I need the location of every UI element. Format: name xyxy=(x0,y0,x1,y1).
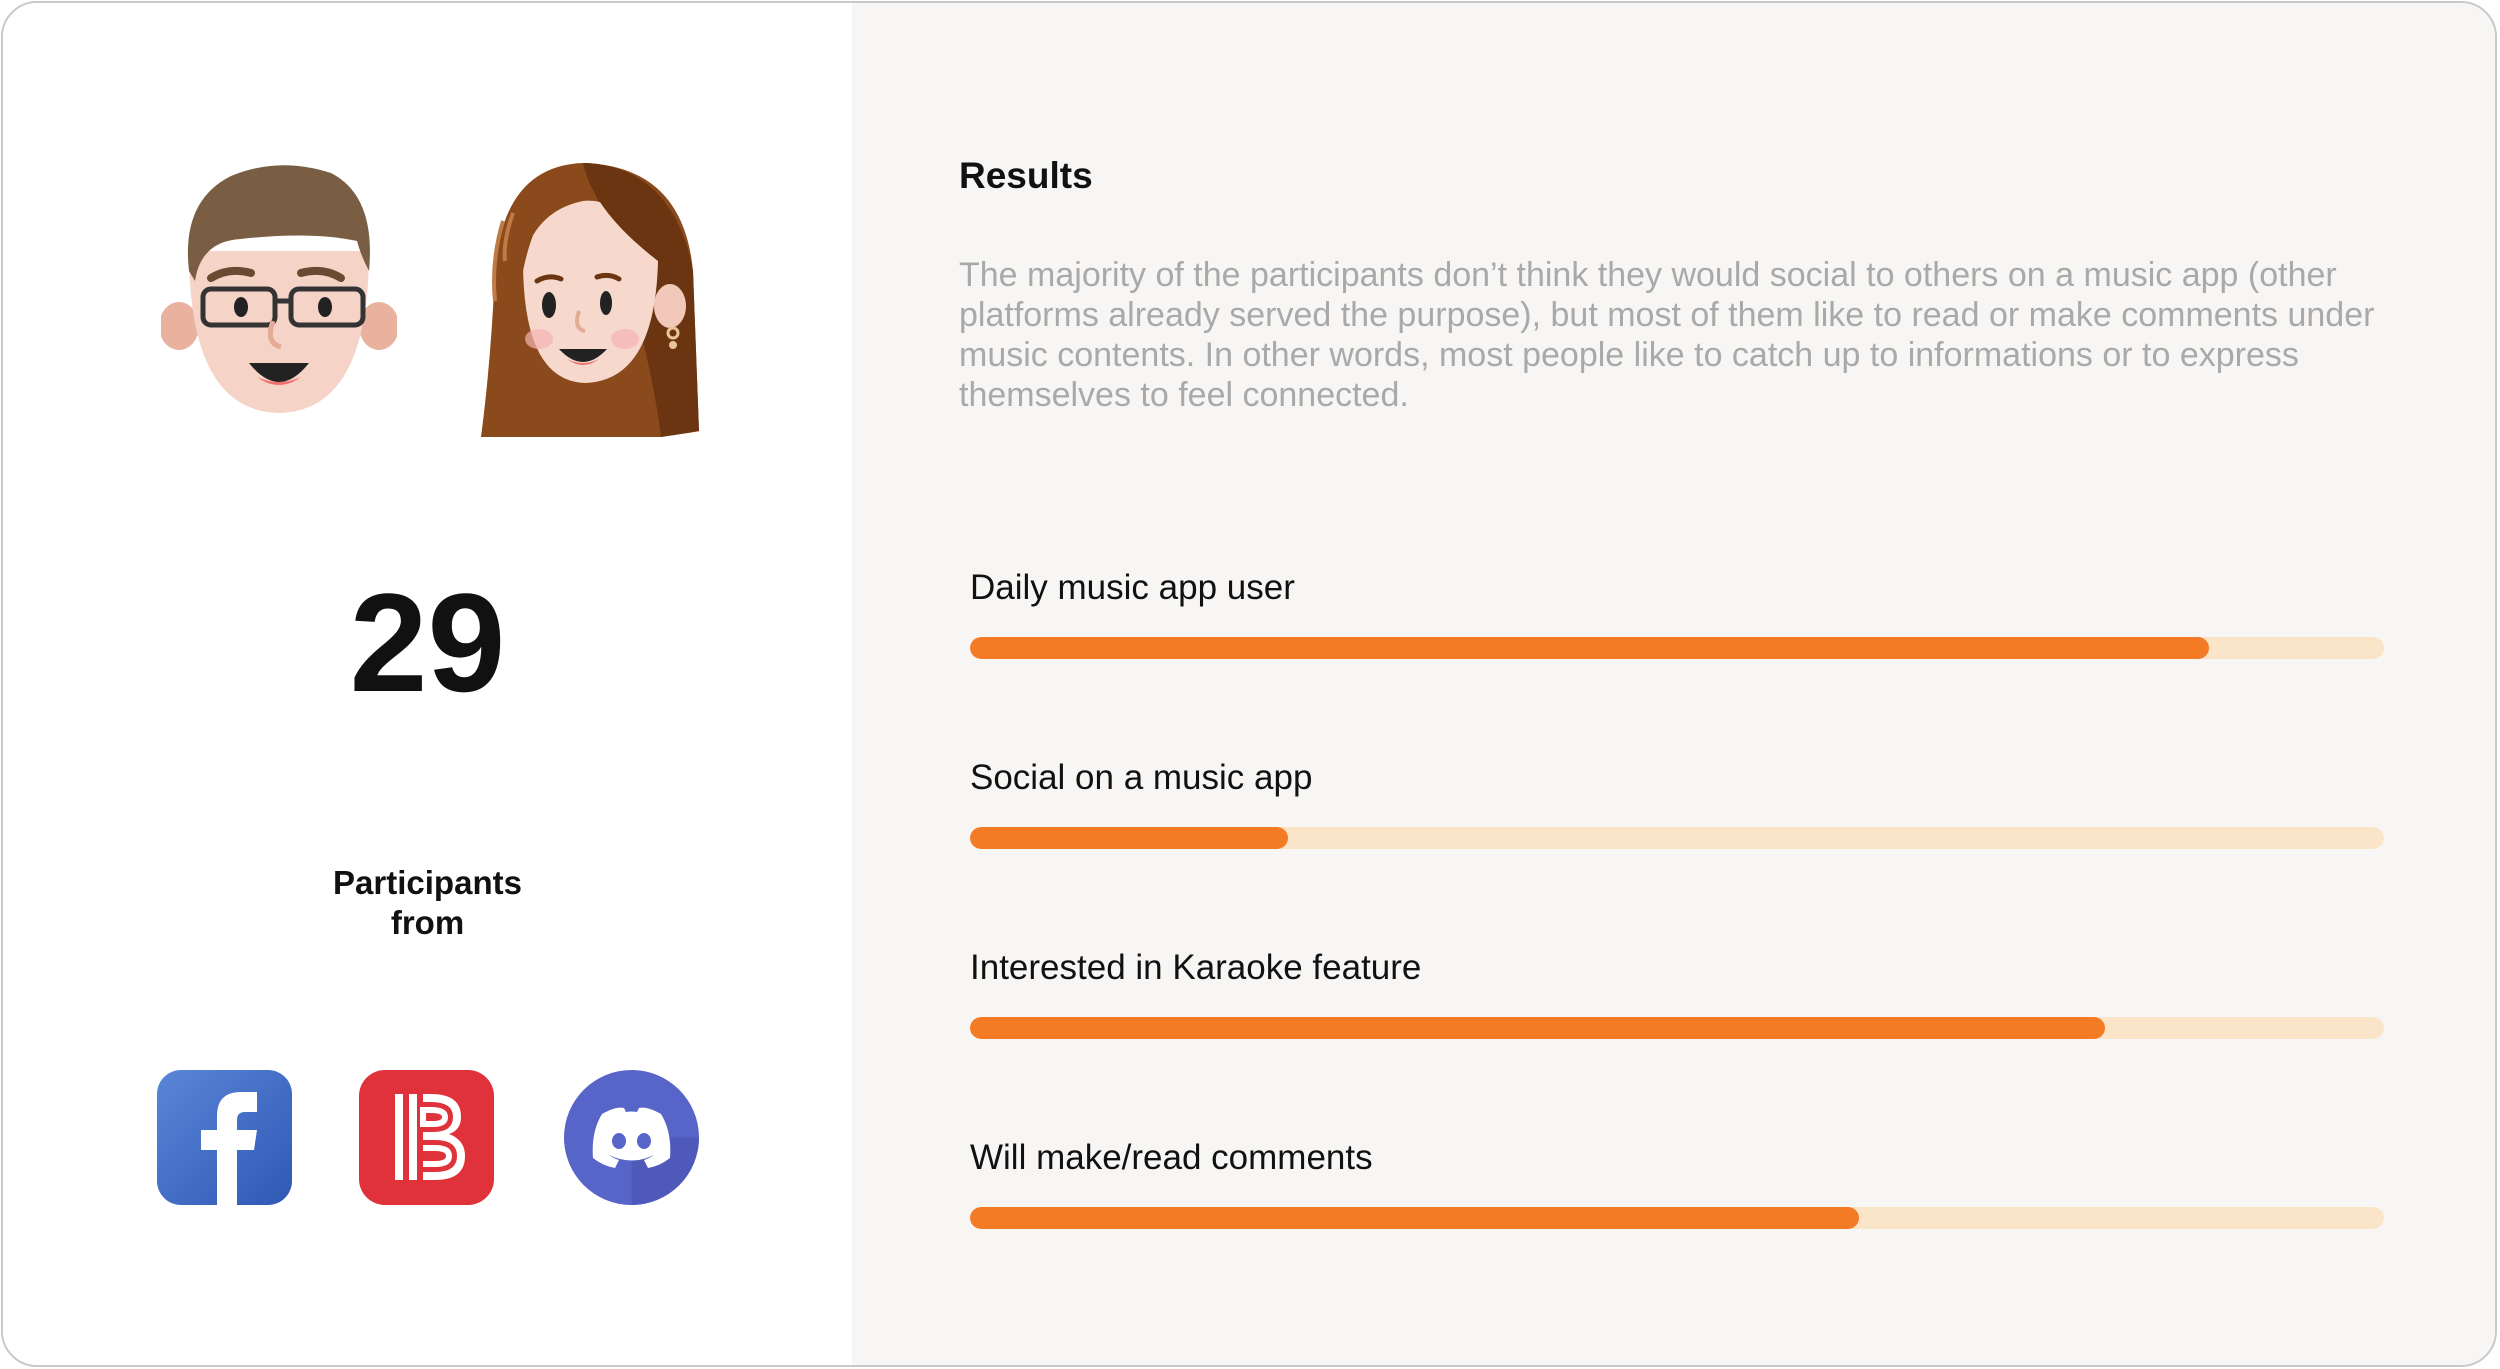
bilibili-icon xyxy=(359,1070,494,1205)
female-avatar-icon xyxy=(481,163,700,437)
participants-label-text: Participants from xyxy=(333,864,522,941)
progress-fill xyxy=(970,1207,1860,1229)
stat-daily-music-app-user: Daily music app user xyxy=(970,566,2384,659)
progress-track xyxy=(970,827,2384,849)
progress-track xyxy=(970,637,2384,659)
stat-make-read-comments: Will make/read comments xyxy=(970,1136,2384,1229)
stat-label: Daily music app user xyxy=(970,568,1295,607)
participant-count: 29 xyxy=(349,564,506,721)
participants-panel: 29 Participants from xyxy=(3,3,852,1365)
stat-label: Will make/read comments xyxy=(970,1138,1373,1177)
results-title: Results xyxy=(959,155,1093,196)
progress-track xyxy=(970,1207,2384,1229)
progress-fill xyxy=(970,637,2209,659)
stat-karaoke-interest: Interested in Karaoke feature xyxy=(970,946,2384,1039)
progress-fill xyxy=(970,827,1289,849)
male-avatar-icon xyxy=(161,165,397,413)
stat-label: Social on a music app xyxy=(970,758,1313,797)
progress-track xyxy=(970,1017,2384,1039)
discord-icon xyxy=(564,1070,699,1205)
progress-fill xyxy=(970,1017,2106,1039)
stat-label: Interested in Karaoke feature xyxy=(970,948,1422,987)
stat-social-on-music-app: Social on a music app xyxy=(970,756,2384,849)
results-description: The majority of the participants don’t t… xyxy=(959,256,2375,414)
participants-label: Participants from xyxy=(3,863,852,943)
results-card: 29 Participants from Results The majorit… xyxy=(1,1,2497,1367)
facebook-icon xyxy=(157,1070,292,1205)
